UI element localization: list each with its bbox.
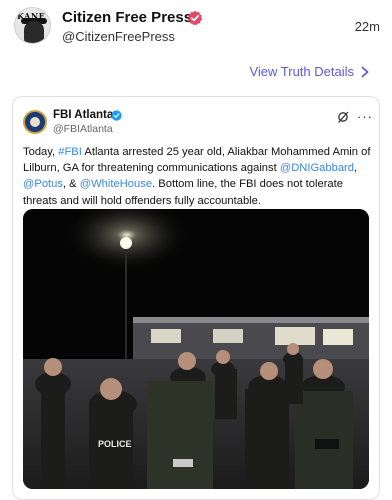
mention-link[interactable]: @DNIGabbard	[280, 162, 354, 174]
post-header: KANE Citizen Free Press @CitizenFreePres…	[14, 6, 380, 50]
hashtag-link[interactable]: #FBI	[58, 146, 82, 158]
verified-badge-icon	[111, 110, 122, 121]
grok-icon[interactable]	[337, 111, 349, 123]
fbi-seal-avatar[interactable]	[23, 110, 47, 134]
avatar[interactable]: KANE	[14, 7, 51, 44]
view-truth-details-label: View Truth Details	[249, 64, 354, 79]
quoted-handle[interactable]: @FBIAtlanta	[53, 123, 113, 135]
avatar-figure	[24, 21, 44, 43]
quoted-post-card[interactable]: FBI Atlanta @FBIAtlanta ··· Today, #FBI …	[12, 96, 380, 500]
text-segment: , &	[62, 178, 80, 191]
text-segment: ,	[354, 162, 358, 175]
vest-police-text: POLICE	[98, 439, 132, 449]
text-segment: Today,	[23, 146, 59, 158]
chevron-right-icon	[361, 66, 369, 77]
night-arrest-scene-image: POLICE	[23, 209, 369, 489]
mention-link[interactable]: @Potus	[23, 178, 63, 190]
view-truth-details-link[interactable]: View Truth Details	[249, 64, 370, 79]
verified-badge-icon	[187, 10, 203, 26]
handle[interactable]: @CitizenFreePress	[62, 29, 175, 44]
timestamp[interactable]: 22m	[355, 19, 380, 34]
quoted-display-name[interactable]: FBI Atlanta	[53, 109, 113, 121]
mention-link[interactable]: @WhiteHouse	[80, 178, 152, 190]
more-icon[interactable]: ···	[357, 109, 373, 124]
quoted-post-text: Today, #FBI Atlanta arrested 25 year old…	[23, 144, 373, 209]
display-name[interactable]: Citizen Free Press	[62, 9, 192, 26]
post-photo[interactable]: POLICE	[23, 209, 369, 489]
